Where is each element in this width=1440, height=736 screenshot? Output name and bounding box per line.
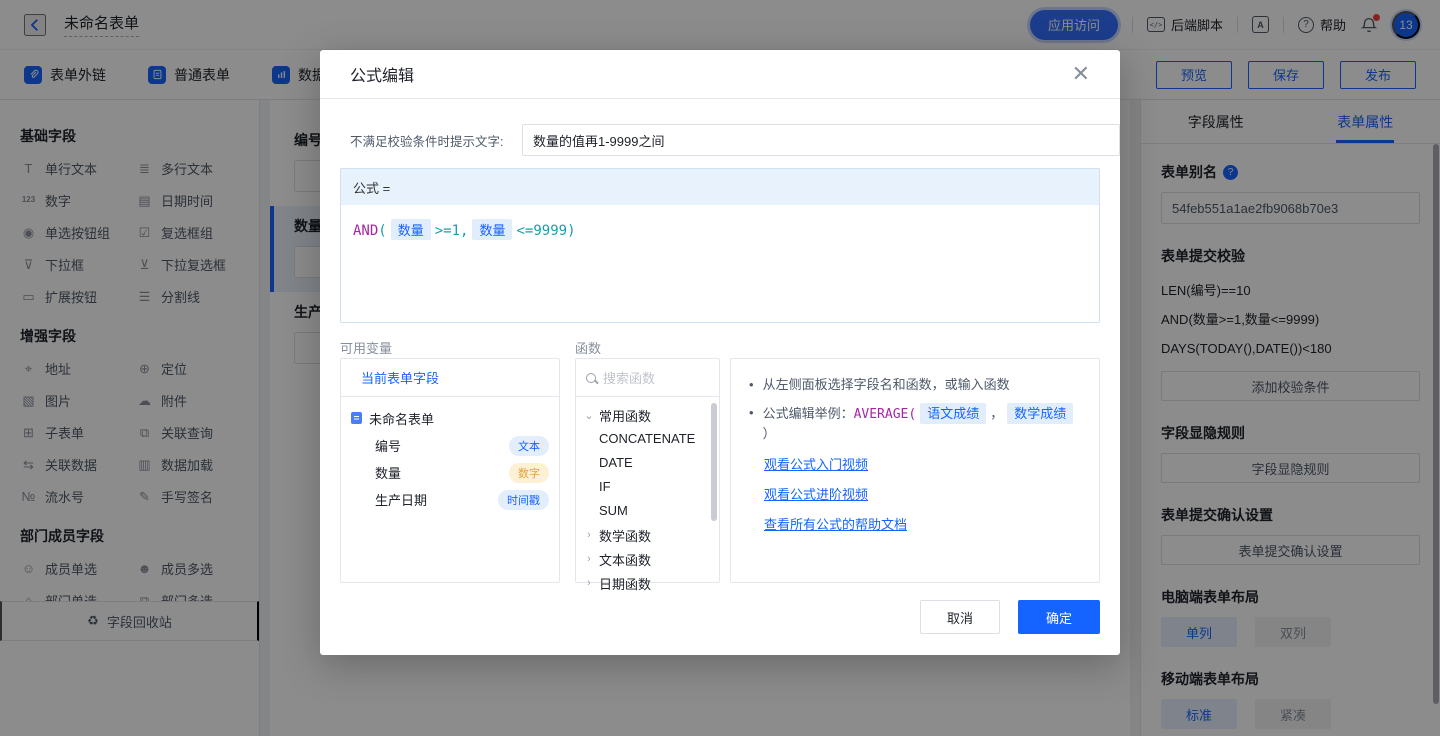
confirm-button[interactable]: 确定 <box>1018 600 1100 634</box>
func-group-label: 数学函数 <box>599 526 651 545</box>
tip-row: 不满足校验条件时提示文字: <box>350 124 503 156</box>
func-group-label: 常用函数 <box>599 406 651 425</box>
variables-panel: 当前表单字段 未命名表单 编号 文本 数量 数字 生产日期 时间戳 <box>340 358 560 583</box>
type-tag-timestamp: 时间戳 <box>498 490 549 510</box>
link-formula-intro-video[interactable]: 观看公式入门视频 <box>764 454 868 473</box>
variable-name: 生产日期 <box>375 490 427 509</box>
functions-panel: 搜索函数 ⌄ 常用函数 CONCATENATE DATE IF SUM › 数学… <box>575 358 720 583</box>
func-group-label: 日期函数 <box>599 574 651 593</box>
func-group-label: 文本函数 <box>599 550 651 569</box>
func-item-if[interactable]: IF <box>584 475 719 499</box>
func-item-concatenate[interactable]: CONCATENATE <box>584 427 719 451</box>
tip-text-input[interactable] <box>522 124 1120 156</box>
chevron-down-icon: ⌄ <box>584 409 594 422</box>
variable-row-production-date[interactable]: 生产日期 时间戳 <box>351 486 549 513</box>
func-group-text[interactable]: › 文本函数 <box>584 547 651 571</box>
chevron-right-icon: › <box>584 553 594 565</box>
func-group-common[interactable]: ⌄ 常用函数 <box>584 403 651 427</box>
link-formula-advanced-video[interactable]: 观看公式进阶视频 <box>764 484 868 503</box>
field-chip-quantity[interactable]: 数量 <box>391 219 431 240</box>
variable-row-quantity[interactable]: 数量 数字 <box>351 459 549 486</box>
cancel-button[interactable]: 取消 <box>920 600 1000 634</box>
formula-edit-modal: 公式编辑 ✕ 不满足校验条件时提示文字: 公式 = AND(数量>=1,数量<=… <box>320 50 1120 655</box>
field-chip-quantity[interactable]: 数量 <box>472 219 512 240</box>
example-function: AVERAGE( <box>854 407 917 422</box>
func-group-math[interactable]: › 数学函数 <box>584 523 651 547</box>
example-separator: ， <box>990 406 1003 421</box>
formula-operator: >=1, <box>435 223 469 239</box>
chevron-right-icon: › <box>584 529 594 541</box>
func-item-date[interactable]: DATE <box>584 451 719 475</box>
func-group-date[interactable]: › 日期函数 <box>584 571 651 595</box>
formula-editor[interactable]: 公式 = AND(数量>=1,数量<=9999) <box>340 168 1100 323</box>
form-builder-page: 未命名表单 应用访问 </> 后端脚本 A ? 帮助 13 <box>0 0 1440 736</box>
formula-body[interactable]: AND(数量>=1,数量<=9999) <box>341 205 1099 254</box>
tree-root-label: 未命名表单 <box>369 409 434 428</box>
scrollbar[interactable] <box>711 403 717 521</box>
modal-header: 公式编辑 ✕ <box>320 50 1120 99</box>
example-prefix: 公式编辑举例： <box>763 406 854 421</box>
functions-label: 函数 <box>575 338 601 357</box>
field-chip-math-score: 数学成绩 <box>1007 403 1073 424</box>
formula-keyword: AND <box>353 223 378 239</box>
tree-root-form[interactable]: 未命名表单 <box>351 405 549 432</box>
variable-row-number-id[interactable]: 编号 文本 <box>351 432 549 459</box>
formula-open-paren: ( <box>378 223 386 239</box>
modal-title: 公式编辑 <box>350 62 414 86</box>
formula-header: 公式 = <box>341 169 1099 205</box>
example-close: ） <box>763 426 776 441</box>
field-chip-chinese-score: 语文成绩 <box>920 403 986 424</box>
variables-tree: 未命名表单 编号 文本 数量 数字 生产日期 时间戳 <box>341 397 559 521</box>
chevron-right-icon: › <box>584 577 594 589</box>
tip-label: 不满足校验条件时提示文字: <box>350 131 503 150</box>
link-formula-help-docs[interactable]: 查看所有公式的帮助文档 <box>764 514 907 533</box>
tab-current-form-fields[interactable]: 当前表单字段 <box>341 359 559 397</box>
function-search[interactable]: 搜索函数 <box>576 359 719 397</box>
help-panel: 从左侧面板选择字段名和函数，或输入函数 公式编辑举例：AVERAGE(语文成绩 ，… <box>730 358 1100 583</box>
func-item-sum[interactable]: SUM <box>584 499 719 523</box>
formula-close-paren: ) <box>567 223 575 239</box>
variable-name: 数量 <box>375 463 401 482</box>
help-example: 公式编辑举例：AVERAGE(语文成绩 ， 数学成绩 ） <box>763 403 1081 443</box>
type-tag-text: 文本 <box>509 436 549 456</box>
close-icon[interactable]: ✕ <box>1072 63 1090 85</box>
search-icon <box>586 373 596 383</box>
form-doc-icon <box>351 412 363 425</box>
search-placeholder: 搜索函数 <box>603 368 655 387</box>
functions-tree: ⌄ 常用函数 CONCATENATE DATE IF SUM › 数学函数 › … <box>576 397 719 595</box>
help-line-2: 公式编辑举例：AVERAGE(语文成绩 ， 数学成绩 ） <box>749 403 1081 443</box>
help-text: 从左侧面板选择字段名和函数，或输入函数 <box>763 375 1010 394</box>
variable-name: 编号 <box>375 436 401 455</box>
formula-operator: <=9999 <box>516 223 567 239</box>
variables-label: 可用变量 <box>340 338 392 357</box>
help-line-1: 从左侧面板选择字段名和函数，或输入函数 <box>749 375 1081 394</box>
type-tag-number: 数字 <box>509 463 549 483</box>
